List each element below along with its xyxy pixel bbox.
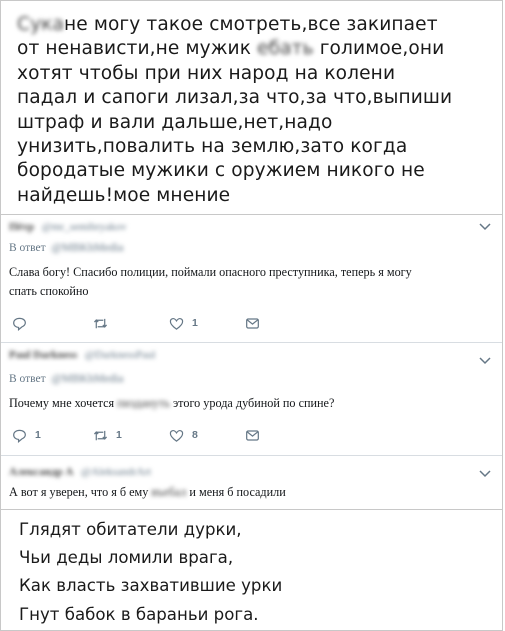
retweet-icon	[93, 430, 108, 440]
reply-mention[interactable]: @MBKhMedia	[52, 373, 124, 385]
top-comment-block: Сукане могу такое смотреть,все закипает …	[0, 0, 503, 215]
comment-line: падал и сапоги лизал,за что,за что,выпиш…	[17, 87, 453, 109]
reply-button[interactable]: 1	[12, 427, 41, 443]
heart-icon	[169, 429, 184, 442]
heart-icon	[169, 317, 184, 330]
like-button[interactable]: 1	[169, 315, 198, 331]
comment-line: Сукане могу такое смотреть,все закипает	[17, 14, 438, 35]
reply-mention[interactable]: @MBKhMedia	[52, 242, 124, 254]
comment-line: унизить,повалить на землю,зато когда	[17, 136, 408, 158]
tweet[interactable]: Пётр @mr_semibryakov В ответ @MBKhMedia …	[1, 215, 502, 343]
retweet-button[interactable]: 1	[93, 427, 122, 443]
poem-line: Глядят обитатели дурки,	[19, 520, 242, 539]
author-handle[interactable]: @AleksandrArt	[81, 466, 151, 478]
redacted-word: въебал	[151, 485, 187, 499]
poem-line: Чьи деды ломили врага,	[19, 548, 234, 568]
tweet-actions: 1 1 8	[9, 427, 309, 443]
reply-context: В ответ @MBKhMedia	[9, 242, 124, 254]
poem-block: Глядят обитатели дурки, Чьи деды ломили …	[0, 509, 503, 631]
reply-button[interactable]	[12, 315, 27, 331]
chevron-down-icon[interactable]	[478, 353, 492, 367]
tweet-text: Слава богу! Спасибо полиции, поймали опа…	[9, 265, 412, 298]
author-name[interactable]: Александр А	[9, 466, 73, 478]
top-comment-text: Сукане могу такое смотреть,все закипает …	[17, 13, 497, 208]
comment-line: хотят чтобы при них народ на колени	[17, 62, 396, 84]
like-button[interactable]: 8	[169, 427, 198, 443]
chevron-down-icon[interactable]	[478, 219, 492, 233]
comment-line: бородатые мужики с оружием никого не	[17, 160, 425, 182]
comment-line: найдешь!мое мнение	[17, 184, 231, 206]
reply-context: В ответ @MBKhMedia	[9, 373, 124, 385]
comment-line: штраф и вали дальше,нет,надо	[17, 111, 333, 133]
author-name[interactable]: Пётр	[9, 221, 34, 233]
reply-count: 1	[35, 429, 41, 441]
redacted-word: Сука	[17, 14, 65, 35]
reply-icon	[13, 429, 26, 443]
message-button[interactable]	[245, 427, 260, 443]
reply-icon	[13, 317, 26, 331]
author-name[interactable]: Paul Darkness	[9, 349, 77, 361]
tweet[interactable]: Александр А @AleksandrArt А вот я уверен…	[1, 456, 502, 509]
chevron-down-icon[interactable]	[478, 466, 492, 480]
like-count: 1	[192, 317, 198, 329]
tweet-list: Пётр @mr_semibryakov В ответ @MBKhMedia …	[0, 215, 503, 509]
poem-line: Как власть захватившие урки	[19, 576, 283, 596]
message-icon	[246, 317, 259, 329]
tweet-text: А вот я уверен, что я б ему въебал и мен…	[9, 485, 286, 499]
poem-text: Глядят обитатели дурки, Чьи деды ломили …	[19, 516, 282, 629]
retweet-button[interactable]	[93, 315, 108, 331]
tweet-header: Пётр @mr_semibryakov	[9, 221, 127, 235]
message-icon	[246, 429, 259, 441]
tweet[interactable]: Paul Darkness @DarknessPaul В ответ @MBK…	[1, 343, 502, 456]
like-count: 8	[192, 429, 198, 441]
tweet-actions: 1	[9, 315, 309, 331]
tweet-header: Paul Darkness @DarknessPaul	[9, 349, 156, 363]
author-handle[interactable]: @mr_semibryakov	[42, 221, 127, 233]
redacted-word: пиздануть	[117, 396, 170, 410]
tweet-header: Александр А @AleksandrArt	[9, 466, 151, 480]
author-handle[interactable]: @DarknessPaul	[85, 349, 156, 361]
tweet-text: Почему мне хочется пиздануть этого урода…	[9, 396, 335, 410]
comment-line: от ненависти,не мужик ебать голимое,они	[17, 38, 445, 60]
poem-line: Гнут бабок в бараньи рога.	[19, 604, 259, 624]
redacted-word: ебать	[257, 38, 314, 60]
retweet-icon	[93, 318, 108, 328]
message-button[interactable]	[245, 315, 260, 331]
retweet-count: 1	[116, 429, 122, 441]
